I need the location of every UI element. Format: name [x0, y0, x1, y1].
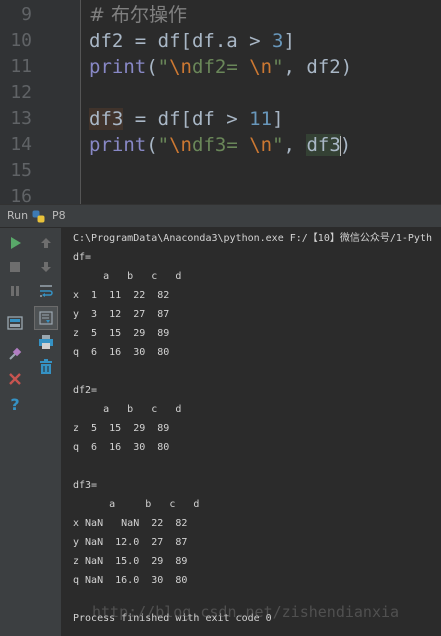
line-number: 13 — [10, 108, 32, 129]
code-token: ( — [146, 56, 158, 78]
console-line: y 3 12 27 87 — [73, 309, 170, 320]
code-line[interactable]: 13 df3 = df[df > 11] — [0, 106, 441, 132]
code-text: df2 = df[df.a > 3] — [89, 28, 295, 54]
code-token: = df[df > — [123, 108, 250, 130]
close-icon[interactable] — [4, 368, 26, 390]
code-token: " — [272, 56, 284, 78]
console-line: a b c d — [73, 271, 182, 282]
pin-icon[interactable] — [4, 343, 26, 365]
code-token: \n — [169, 134, 192, 156]
console-line: z NaN 15.0 29 89 — [73, 556, 188, 567]
code-text: print("\ndf3= \n", df3) — [89, 132, 351, 158]
code-text: df3 = df[df > 11] — [89, 106, 284, 132]
console-line: df3= — [73, 480, 98, 491]
console-line: x 1 11 22 82 — [73, 290, 170, 301]
code-token: 11 — [249, 108, 273, 130]
code-token: 3 — [272, 30, 284, 52]
run-console-output[interactable]: C:\ProgramData\Anaconda3\python.exe F:/【… — [62, 228, 441, 636]
run-actions-toolbar: ? — [0, 228, 31, 636]
code-line[interactable]: 9 # 布尔操作 — [0, 2, 441, 28]
soft-wrap-icon[interactable] — [35, 280, 57, 302]
code-token: " — [272, 134, 284, 156]
print-icon[interactable] — [35, 331, 57, 353]
run-tool-window-header: Run P8 — [0, 204, 441, 228]
code-token: ) — [339, 134, 352, 156]
line-number: 15 — [10, 160, 32, 181]
code-line[interactable]: 16 — [0, 184, 441, 204]
console-line: df2= — [73, 385, 98, 396]
line-number: 10 — [10, 30, 32, 51]
code-token: " — [157, 56, 170, 78]
run-config-name[interactable]: P8 — [52, 209, 66, 222]
pause-icon[interactable] — [4, 280, 26, 302]
console-actions-toolbar — [31, 228, 62, 636]
code-token: ] — [272, 108, 284, 130]
scroll-to-end-icon[interactable] — [34, 306, 58, 330]
svg-text:?: ? — [10, 396, 19, 412]
code-line[interactable]: 10 df2 = df[df.a > 3] — [0, 28, 441, 54]
code-token: print — [89, 56, 147, 78]
console-line: a b c d — [73, 404, 182, 415]
code-token: df2 = df[df.a > — [89, 30, 273, 52]
console-line: Process finished with exit code 0 — [73, 613, 272, 624]
line-number: 9 — [21, 4, 32, 25]
stop-icon[interactable] — [4, 256, 26, 278]
line-number: 14 — [10, 134, 32, 155]
console-line: z 5 15 29 89 — [73, 423, 170, 434]
code-text: # 布尔操作 — [89, 2, 187, 28]
code-token: , df2) — [283, 56, 353, 78]
console-line: q 6 16 30 80 — [73, 347, 170, 358]
code-token: " — [157, 134, 170, 156]
layout-icon[interactable] — [4, 312, 26, 334]
code-token: , — [283, 134, 307, 156]
code-token: df3= — [192, 134, 250, 156]
code-token: print — [89, 134, 147, 156]
code-token: df3 — [306, 134, 341, 156]
python-icon — [32, 210, 45, 223]
code-line[interactable]: 11 print("\ndf2= \n", df2) — [0, 54, 441, 80]
console-line: q 6 16 30 80 — [73, 442, 170, 453]
code-token: ] — [283, 30, 295, 52]
console-line: df= — [73, 252, 92, 263]
code-token: ( — [146, 134, 158, 156]
console-line: z 5 15 29 89 — [73, 328, 170, 339]
console-line: C:\ProgramData\Anaconda3\python.exe F:/【… — [73, 233, 432, 244]
down-arrow-icon[interactable] — [35, 256, 57, 278]
run-label: Run — [7, 209, 29, 222]
code-text: print("\ndf2= \n", df2) — [89, 54, 352, 80]
code-token: \n — [249, 134, 273, 156]
code-editor[interactable]: 9 # 布尔操作 10 df2 = df[df.a > 3] 11 print("\ndf… — [0, 0, 441, 204]
code-token: df3 — [89, 108, 124, 130]
code-line[interactable]: 15 — [0, 158, 441, 184]
code-token: df2= — [192, 56, 250, 78]
line-number: 16 — [10, 186, 32, 204]
up-arrow-icon[interactable] — [35, 232, 57, 254]
run-icon[interactable] — [4, 232, 26, 254]
line-number: 12 — [10, 82, 32, 103]
code-line[interactable]: 12 — [0, 80, 441, 106]
console-line: a b c d — [73, 499, 200, 510]
console-line: x NaN NaN 22 82 — [73, 518, 188, 529]
code-token: # 布尔操作 — [89, 4, 187, 26]
code-token: \n — [249, 56, 273, 78]
code-line[interactable]: 14 print("\ndf3= \n", df3) — [0, 132, 441, 158]
console-line: q NaN 16.0 30 80 — [73, 575, 188, 586]
code-token: \n — [169, 56, 192, 78]
help-icon[interactable]: ? — [4, 393, 26, 415]
console-line: y NaN 12.0 27 87 — [73, 537, 188, 548]
line-number: 11 — [10, 56, 32, 77]
trash-icon[interactable] — [35, 356, 57, 378]
